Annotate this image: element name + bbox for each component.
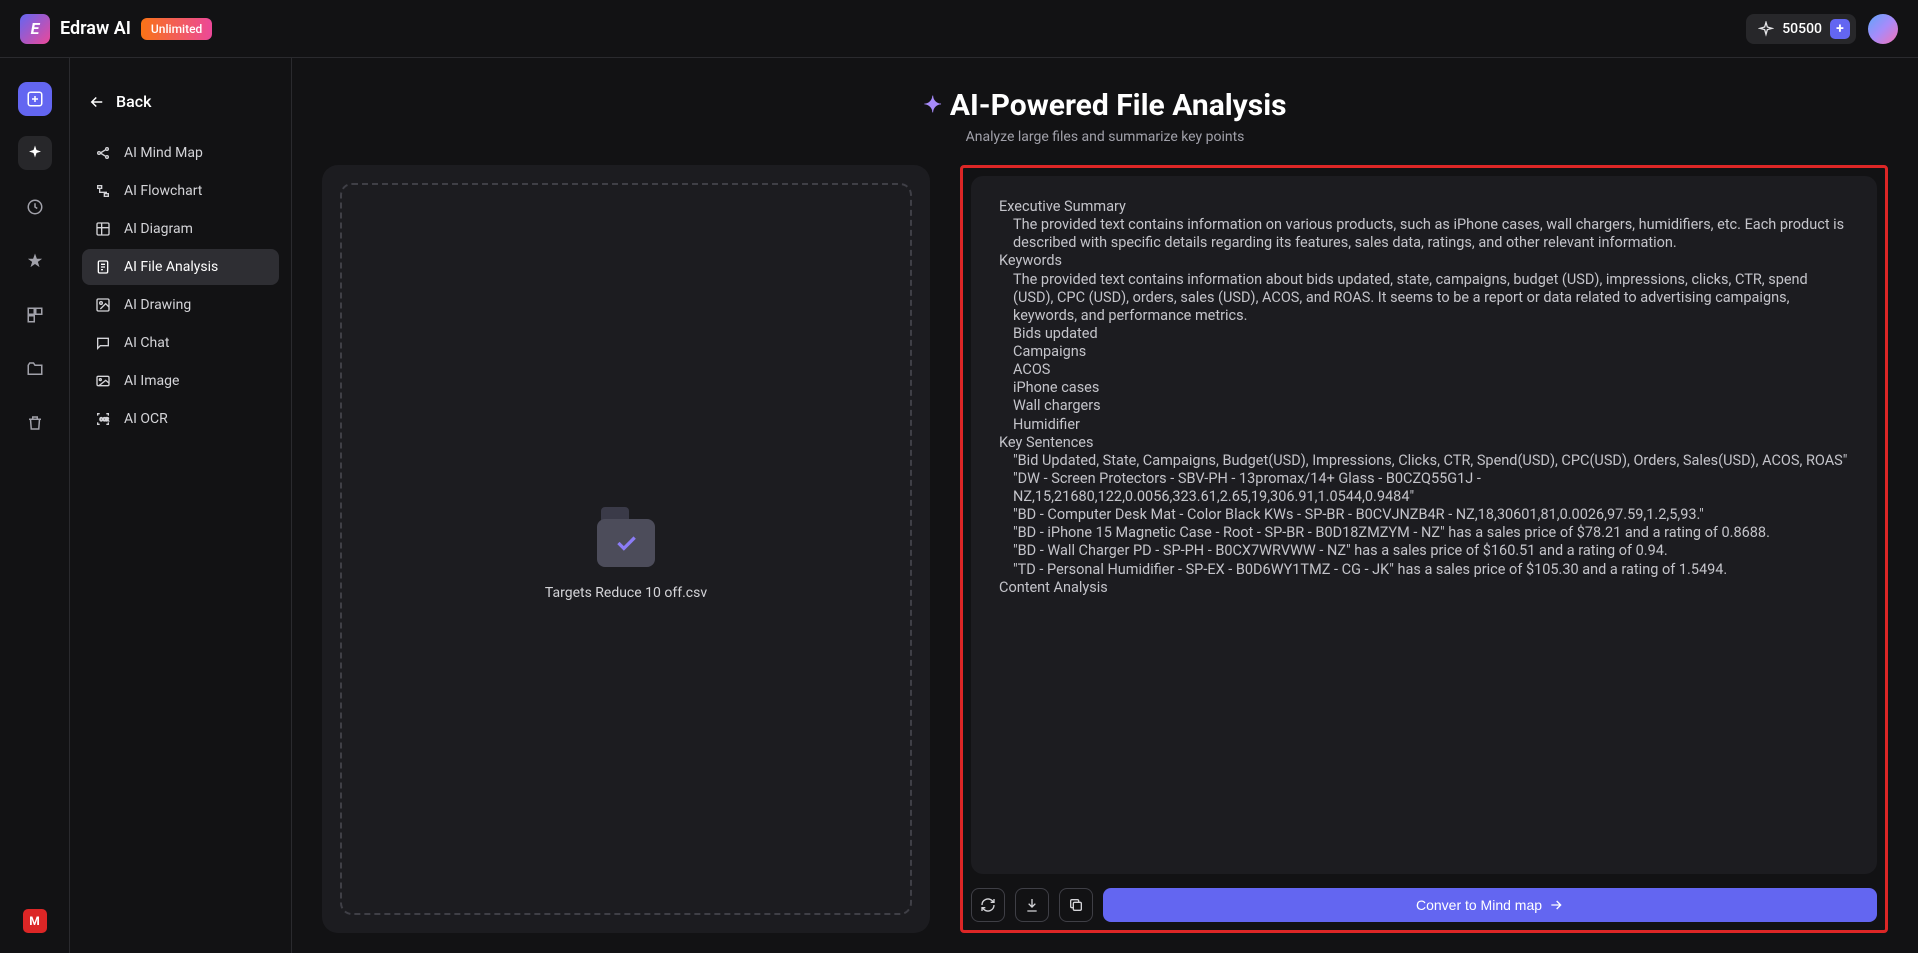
- clock-icon: [26, 198, 44, 216]
- file-folder-icon: [591, 497, 661, 567]
- result-sentence: "DW - Screen Protectors - SBV-PH - 13pro…: [999, 470, 1849, 506]
- sparkle-icon: [1758, 21, 1774, 37]
- result-heading: Key Sentences: [999, 434, 1849, 452]
- unlimited-badge: Unlimited: [141, 18, 212, 40]
- rail-templates-button[interactable]: [18, 298, 52, 332]
- result-keyword: Humidifier: [999, 416, 1849, 434]
- result-heading: Content Analysis: [999, 579, 1849, 597]
- page-subtitle: Analyze large files and summarize key po…: [322, 129, 1888, 145]
- file-analysis-icon: [94, 258, 112, 276]
- back-label: Back: [116, 92, 151, 111]
- flowchart-icon: [94, 182, 112, 200]
- result-sentence: "BD - iPhone 15 Magnetic Case - Root - S…: [999, 524, 1849, 542]
- result-heading: Keywords: [999, 252, 1849, 270]
- copy-icon: [1068, 897, 1084, 913]
- nav-ai-diagram[interactable]: AI Diagram: [82, 211, 279, 247]
- ocr-icon: OCR: [94, 410, 112, 428]
- arrow-right-icon: [1548, 897, 1564, 913]
- nav-ai-ocr[interactable]: OCR AI OCR: [82, 401, 279, 437]
- result-keyword: Wall chargers: [999, 397, 1849, 415]
- trash-icon: [26, 414, 44, 432]
- result-sentence: "BD - Computer Desk Mat - Color Black KW…: [999, 506, 1849, 524]
- rail-history-button[interactable]: [18, 190, 52, 224]
- chat-icon: [94, 334, 112, 352]
- refresh-icon: [980, 897, 996, 913]
- back-button[interactable]: Back: [82, 88, 279, 115]
- result-sentence: "Bid Updated, State, Campaigns, Budget(U…: [999, 452, 1849, 470]
- star-icon: [26, 252, 44, 270]
- download-button[interactable]: [1015, 888, 1049, 922]
- nav-label: AI Chat: [124, 335, 169, 351]
- regenerate-button[interactable]: [971, 888, 1005, 922]
- credits-box[interactable]: 50500 +: [1746, 14, 1856, 44]
- convert-label: Conver to Mind map: [1416, 897, 1542, 913]
- rail-create-button[interactable]: [18, 82, 52, 116]
- mindmap-icon: [94, 144, 112, 162]
- uploaded-filename: Targets Reduce 10 off.csv: [545, 585, 707, 601]
- nav-ai-file-analysis[interactable]: AI File Analysis: [82, 249, 279, 285]
- result-heading: Executive Summary: [999, 198, 1849, 216]
- app-name: Edraw AI: [60, 18, 131, 39]
- svg-text:OCR: OCR: [100, 417, 109, 423]
- copy-button[interactable]: [1059, 888, 1093, 922]
- nav-label: AI Drawing: [124, 297, 191, 313]
- nav-label: AI Flowchart: [124, 183, 202, 199]
- nav-label: AI File Analysis: [124, 259, 218, 275]
- result-keyword: iPhone cases: [999, 379, 1849, 397]
- result-keyword: Campaigns: [999, 343, 1849, 361]
- nav-ai-drawing[interactable]: AI Drawing: [82, 287, 279, 323]
- grid-icon: [26, 306, 44, 324]
- result-sentence: "BD - Wall Charger PD - SP-PH - B0CX7WRV…: [999, 542, 1849, 560]
- nav-label: AI Diagram: [124, 221, 193, 237]
- dropzone-container: Targets Reduce 10 off.csv: [322, 165, 930, 933]
- sparkle-icon: ✦: [923, 93, 941, 118]
- nav-ai-image[interactable]: AI Image: [82, 363, 279, 399]
- rail-star-button[interactable]: [18, 244, 52, 278]
- nav-ai-mind-map[interactable]: AI Mind Map: [82, 135, 279, 171]
- dropzone[interactable]: Targets Reduce 10 off.csv: [340, 183, 912, 915]
- plus-square-icon: [26, 90, 44, 108]
- download-icon: [1024, 897, 1040, 913]
- rail-trash-button[interactable]: [18, 406, 52, 440]
- add-credits-button[interactable]: +: [1830, 19, 1850, 39]
- nav-label: AI Image: [124, 373, 179, 389]
- result-keyword: Bids updated: [999, 325, 1849, 343]
- convert-to-mindmap-button[interactable]: Conver to Mind map: [1103, 888, 1877, 922]
- image-icon: [94, 372, 112, 390]
- result-sentence: "TD - Personal Humidifier - SP-EX - B0D6…: [999, 561, 1849, 579]
- credits-value: 50500: [1782, 21, 1822, 37]
- drawing-icon: [94, 296, 112, 314]
- nav-ai-chat[interactable]: AI Chat: [82, 325, 279, 361]
- arrow-left-icon: [88, 93, 106, 111]
- result-panel: Executive Summary The provided text cont…: [960, 165, 1888, 933]
- sparkle-icon: [26, 144, 44, 162]
- nav-label: AI Mind Map: [124, 145, 203, 161]
- nav-ai-flowchart[interactable]: AI Flowchart: [82, 173, 279, 209]
- result-paragraph: The provided text contains information o…: [999, 216, 1849, 252]
- result-keyword: ACOS: [999, 361, 1849, 379]
- nav-label: AI OCR: [124, 411, 168, 427]
- result-text[interactable]: Executive Summary The provided text cont…: [971, 176, 1877, 874]
- avatar[interactable]: [1868, 14, 1898, 44]
- folder-icon: [26, 360, 44, 378]
- result-paragraph: The provided text contains information a…: [999, 271, 1849, 325]
- page-title: AI-Powered File Analysis: [950, 88, 1287, 123]
- rail-user-badge[interactable]: M: [23, 909, 47, 933]
- diagram-icon: [94, 220, 112, 238]
- rail-folder-button[interactable]: [18, 352, 52, 386]
- rail-ai-button[interactable]: [18, 136, 52, 170]
- logo-icon: E: [20, 14, 50, 44]
